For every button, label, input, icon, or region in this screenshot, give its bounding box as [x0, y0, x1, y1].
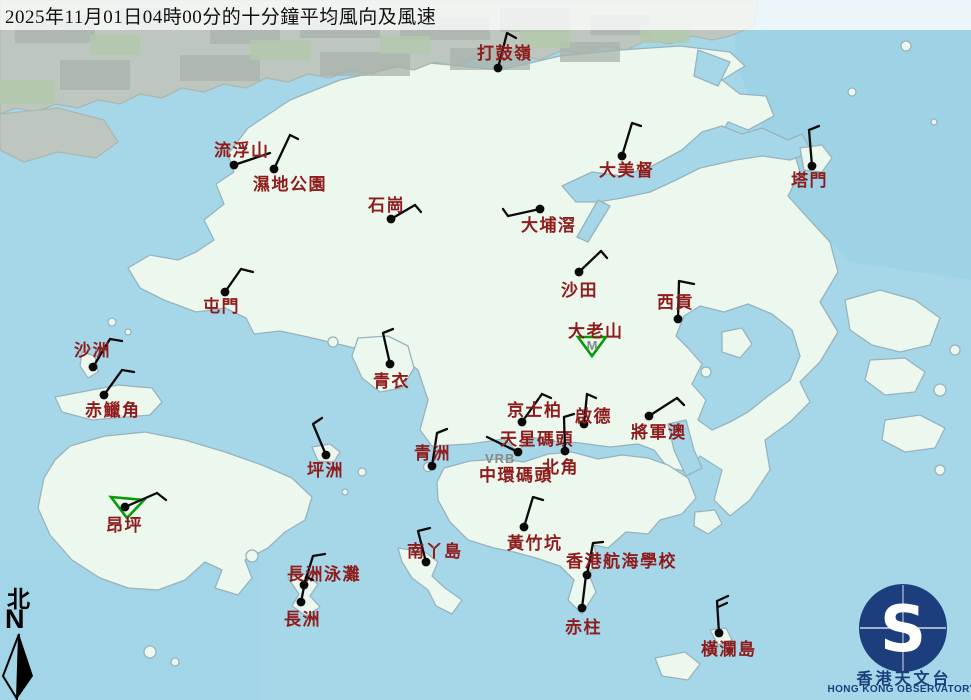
hko-logo: S [859, 584, 947, 672]
wind-map-screen: 打鼓嶺流浮山濕地公園石崗大埔滘大美督塔門屯門沙洲赤鱲角青衣沙田西貢M大老山京士柏… [0, 0, 971, 700]
north-label-en: N [5, 604, 25, 635]
north-arrow [3, 634, 33, 699]
map-title: 2025年11月01日04時00分的十分鐘平均風向及風速 [5, 2, 436, 29]
hko-logo-name-en: HONG KONG OBSERVATORY [827, 684, 971, 695]
